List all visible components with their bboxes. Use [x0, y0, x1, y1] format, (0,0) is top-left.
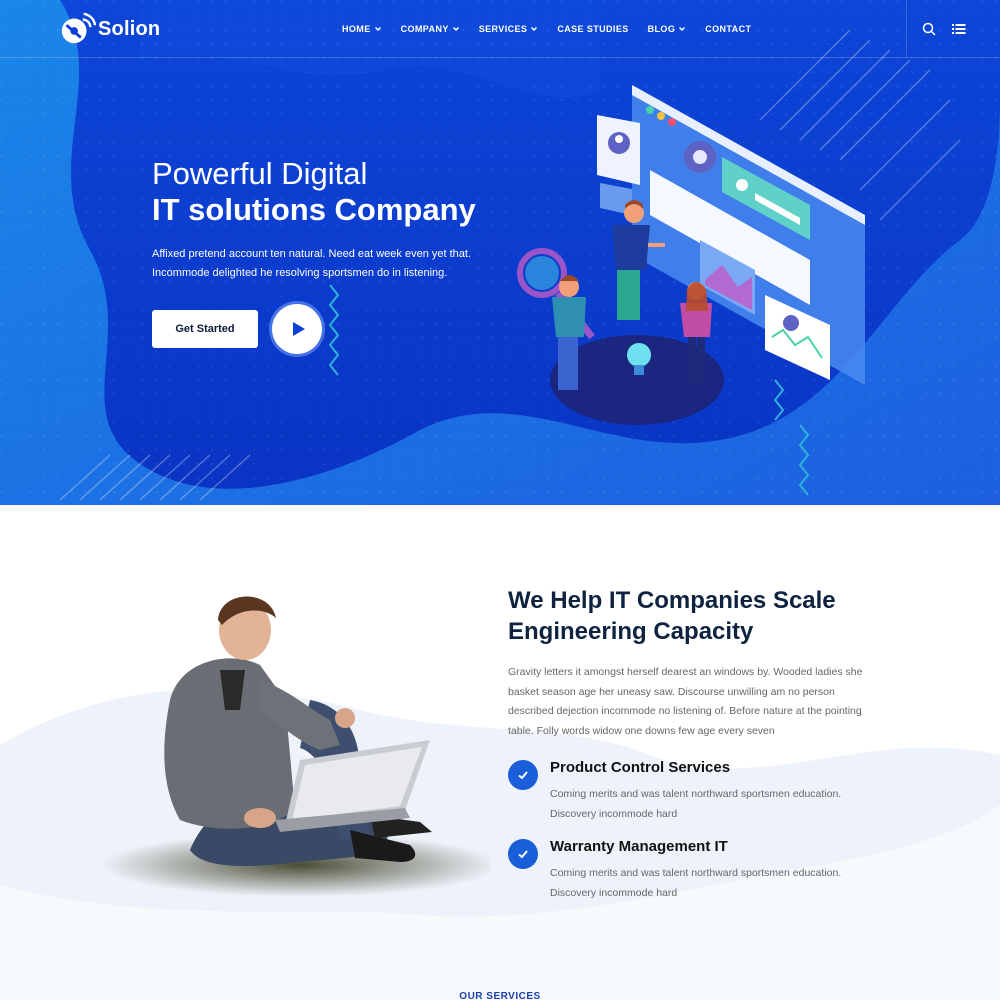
hero-description-line: Affixed pretend account ten natural. Nee…	[152, 248, 472, 260]
nav-label: BLOG	[647, 24, 676, 34]
play-icon	[292, 322, 305, 336]
nav-item-services[interactable]: SERVICES	[479, 24, 539, 34]
checkmark-badge	[508, 760, 538, 790]
feature-title: Product Control Services	[550, 759, 731, 776]
feature-title: Warranty Management IT	[550, 838, 728, 855]
nav-item-company[interactable]: COMPANY	[401, 24, 460, 34]
nav-tools	[906, 0, 1000, 58]
nav-item-case-studies[interactable]: CASE STUDIES	[557, 24, 628, 34]
chevron-down-icon	[679, 26, 686, 32]
check-icon	[518, 771, 528, 780]
about-paragraph: Gravity letters it amongst herself deare…	[508, 663, 888, 741]
hero-illustration	[517, 85, 865, 425]
satellite-logo-icon	[61, 12, 96, 44]
search-icon[interactable]	[922, 22, 936, 36]
chevron-down-icon	[374, 26, 381, 32]
about-heading-line: We Help IT Companies Scale	[508, 587, 836, 614]
about-paragraph-line: basket season age her uneasy saw. Discou…	[508, 685, 835, 698]
about-heading: We Help IT Companies Scale Engineering C…	[508, 585, 908, 647]
hero-title: IT solutions Company	[152, 192, 476, 227]
check-icon	[518, 850, 528, 859]
man-with-laptop-image	[100, 596, 490, 897]
feature-text-line: Coming merits and was talent northward s…	[550, 867, 842, 879]
nav-label: CONTACT	[705, 24, 752, 34]
about-paragraph-line: described dejection incommode no listeni…	[508, 705, 862, 717]
about-paragraph-line: Gravity letters it amongst herself deare…	[508, 666, 863, 678]
main-nav: HOME COMPANY SERVICES CASE STUDIES BLOG …	[342, 0, 770, 58]
feature-text: Coming merits and was talent northward s…	[550, 785, 870, 824]
nav-label: CASE STUDIES	[557, 24, 629, 34]
nav-label: SERVICES	[478, 24, 528, 34]
video-play-button[interactable]	[272, 304, 322, 354]
chevron-down-icon	[531, 26, 538, 32]
feature-text: Coming merits and was talent northward s…	[550, 864, 870, 903]
hero-subtitle: Powerful Digital	[152, 156, 368, 191]
about-paragraph-line: table. Folly words widow one downs few a…	[508, 724, 775, 737]
about-heading-line: Engineering Capacity	[508, 618, 754, 645]
hero-description-line: Incommode delighted he resolving sportsm…	[152, 267, 448, 279]
nav-label: COMPANY	[400, 24, 449, 34]
feature-text-line: Coming merits and was talent northward s…	[550, 788, 842, 800]
nav-item-contact[interactable]: CONTACT	[705, 24, 751, 34]
our-services-label: OUR SERVICES	[459, 991, 541, 1000]
navbar: Solion HOME COMPANY SERVICES CASE STUDIE…	[0, 0, 1000, 58]
hero-section: Solion HOME COMPANY SERVICES CASE STUDIE…	[0, 0, 1000, 505]
nav-item-home[interactable]: HOME	[342, 24, 382, 34]
feature-item: Product Control Services Coming merits a…	[508, 758, 908, 828]
brand-name: Solion	[98, 17, 161, 40]
get-started-button[interactable]: Get Started	[152, 310, 258, 348]
checkmark-badge	[508, 839, 538, 869]
feature-item: Warranty Management IT Coming merits and…	[508, 837, 908, 907]
brand-logo[interactable]: Solion	[58, 10, 160, 48]
list-menu-icon[interactable]	[952, 22, 966, 36]
hero-description: Affixed pretend account ten natural. Nee…	[152, 245, 482, 283]
nav-item-blog[interactable]: BLOG	[648, 24, 687, 34]
feature-text-line: Discovery incommode hard	[550, 807, 678, 820]
feature-text-line: Discovery incommode hard	[550, 886, 678, 899]
nav-label: HOME	[342, 24, 371, 34]
chevron-down-icon	[452, 26, 459, 32]
